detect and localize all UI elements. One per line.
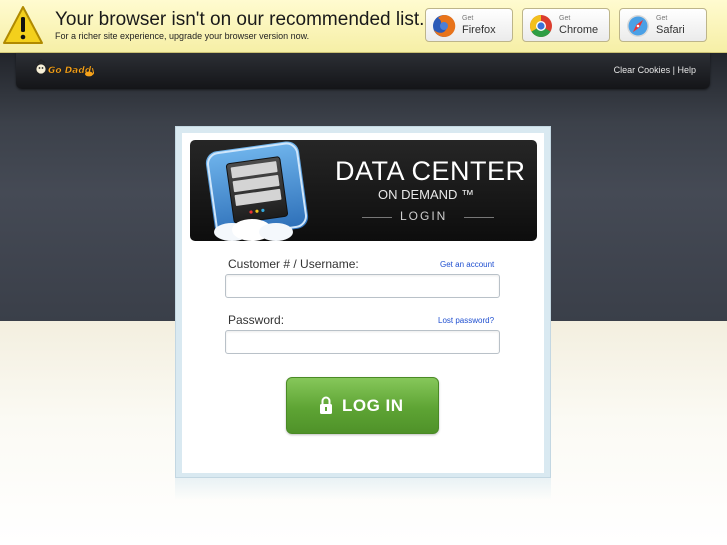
- password-label: Password:: [228, 313, 285, 327]
- warning-title: Your browser isn't on our recommended li…: [55, 9, 425, 30]
- browser-warning-bar: Your browser isn't on our recommended li…: [0, 0, 727, 53]
- get-label: Get: [559, 15, 571, 22]
- username-field[interactable]: [225, 274, 500, 298]
- panel-reflection: [175, 478, 551, 500]
- browser-name: Chrome: [559, 24, 599, 36]
- username-label: Customer # / Username:: [228, 257, 359, 271]
- banner-title: DATA CENTER: [335, 156, 526, 186]
- lost-password-link[interactable]: Lost password?: [438, 316, 494, 325]
- login-button-label: LOG IN: [342, 396, 404, 415]
- banner-login-label: LOGIN: [400, 209, 448, 223]
- help-link[interactable]: Help: [677, 65, 696, 75]
- lock-icon: [320, 396, 332, 414]
- top-links: Clear Cookies | Help: [614, 65, 696, 75]
- banner-subtitle: ON DEMAND ™: [378, 187, 475, 202]
- get-firefox-button[interactable]: Get Firefox: [425, 8, 513, 42]
- godaddy-logo[interactable]: Go Daddy: [34, 58, 94, 80]
- warning-icon: [3, 6, 43, 44]
- top-nav-bar: Go Daddy Clear Cookies | Help: [16, 53, 710, 89]
- chrome-icon: [530, 15, 552, 37]
- divider: [464, 217, 494, 218]
- data-center-banner: DATA CENTER ON DEMAND ™ LOGIN: [190, 140, 537, 241]
- divider: [362, 217, 392, 218]
- password-field[interactable]: [225, 330, 500, 354]
- get-account-link[interactable]: Get an account: [440, 260, 494, 269]
- get-chrome-button[interactable]: Get Chrome: [522, 8, 610, 42]
- firefox-icon: [433, 14, 456, 37]
- get-label: Get: [656, 15, 668, 22]
- clear-cookies-link[interactable]: Clear Cookies: [614, 65, 671, 75]
- browser-name: Firefox: [462, 24, 496, 36]
- login-button[interactable]: LOG IN: [286, 377, 439, 434]
- get-safari-button[interactable]: Get Safari: [619, 8, 707, 42]
- browser-name: Safari: [656, 24, 685, 36]
- safari-icon: [627, 15, 649, 37]
- link-separator: |: [672, 65, 675, 75]
- get-label: Get: [462, 15, 474, 22]
- warning-subtitle: For a richer site experience, upgrade yo…: [55, 31, 310, 41]
